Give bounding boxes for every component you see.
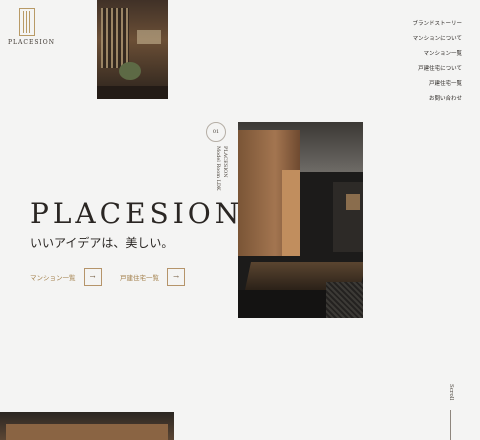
hero-subtitle: いいアイデアは、美しい。	[30, 236, 174, 250]
caption-line1: PLACESION	[222, 146, 228, 178]
nav-item-about-house[interactable]: 戸建住宅について	[412, 62, 462, 77]
arrow-right-icon[interactable]: →	[83, 268, 102, 286]
scroll-line	[450, 410, 451, 440]
slide-number-badge: 01	[206, 122, 226, 142]
nav-item-contact[interactable]: お問い合わせ	[412, 92, 462, 107]
interior-photo-top	[97, 0, 168, 99]
arrow-right-icon[interactable]: →	[167, 268, 185, 286]
caption-line2: Model Room LDK	[215, 146, 221, 191]
interior-photo-bottom	[0, 412, 174, 440]
brand-logo[interactable]: PLACESION	[8, 8, 55, 46]
nav-item-mansion-list[interactable]: マンション一覧	[412, 47, 462, 62]
hero-title: PLACESION	[30, 197, 244, 230]
mansion-list-link[interactable]: マンション一覧 →	[30, 268, 102, 286]
slide-caption: PLACESION Model Room LDK	[214, 146, 228, 191]
nav-item-brand-story[interactable]: ブランドストーリー	[412, 17, 462, 32]
hero-photo	[238, 122, 363, 318]
scroll-label: Scroll	[448, 384, 454, 401]
logo-mark-icon	[19, 8, 35, 36]
mansion-list-label: マンション一覧	[30, 274, 76, 282]
nav-item-house-list[interactable]: 戸建住宅一覧	[412, 77, 462, 92]
scroll-indicator[interactable]: Scroll	[448, 384, 454, 440]
main-nav: ブランドストーリー マンションについて マンション一覧 戸建住宅について 戸建住…	[412, 17, 462, 107]
nav-item-about-mansion[interactable]: マンションについて	[412, 32, 462, 47]
logo-text: PLACESION	[8, 39, 55, 46]
house-list-link[interactable]: 戸建住宅一覧 →	[120, 268, 185, 286]
house-list-label: 戸建住宅一覧	[120, 274, 159, 282]
